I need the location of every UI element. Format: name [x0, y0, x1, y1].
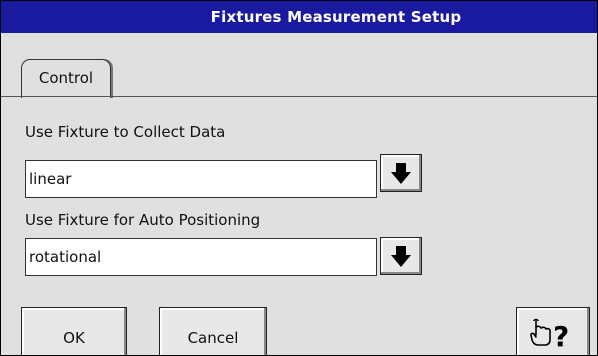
collect-data-field[interactable]: linear	[25, 160, 377, 198]
auto-positioning-field[interactable]: rotational	[25, 238, 377, 276]
collect-data-label: Use Fixture to Collect Data	[25, 123, 226, 141]
tab-control[interactable]: Control	[21, 59, 111, 98]
ok-button[interactable]: OK	[21, 307, 127, 355]
cancel-button-label: Cancel	[187, 329, 239, 347]
cancel-button[interactable]: Cancel	[159, 307, 267, 355]
collect-data-value: linear	[29, 170, 72, 188]
arrow-down-icon	[391, 246, 411, 267]
window-title: Fixtures Measurement Setup	[210, 8, 462, 26]
ok-button-label: OK	[63, 329, 85, 347]
pointing-hand-question-icon: ?	[530, 318, 569, 350]
tab-divider	[1, 96, 597, 97]
fixtures-setup-dialog: Fixtures Measurement Setup Control Use F…	[0, 0, 598, 356]
arrow-down-icon	[391, 163, 411, 184]
auto-positioning-value: rotational	[29, 248, 102, 266]
svg-text:?: ?	[553, 320, 569, 350]
collect-data-dropdown-button[interactable]	[380, 154, 422, 192]
help-button[interactable]: ?	[516, 307, 590, 355]
tab-control-label: Control	[38, 69, 94, 87]
title-bar: Fixtures Measurement Setup	[1, 1, 597, 33]
auto-positioning-label: Use Fixture for Auto Positioning	[25, 211, 261, 229]
auto-positioning-dropdown-button[interactable]	[380, 237, 422, 275]
